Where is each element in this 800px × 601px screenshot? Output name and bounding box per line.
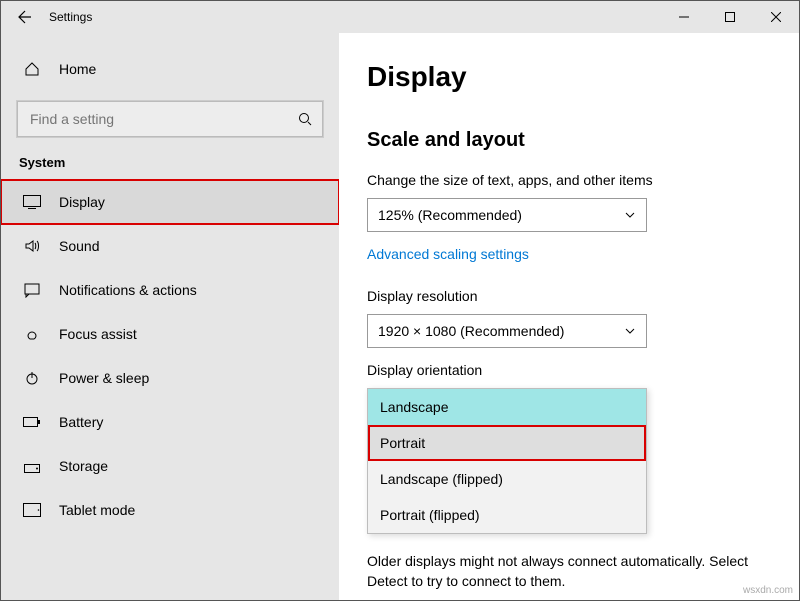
option-label: Portrait (flipped) <box>380 507 480 523</box>
orientation-option-portrait[interactable]: Portrait <box>368 425 646 461</box>
titlebar: Settings <box>1 1 799 33</box>
power-icon <box>23 369 41 387</box>
chevron-down-icon <box>624 209 636 221</box>
arrow-left-icon <box>17 9 33 25</box>
resolution-value: 1920 × 1080 (Recommended) <box>378 323 564 339</box>
minimize-icon <box>679 12 689 22</box>
window-title: Settings <box>49 10 92 24</box>
chevron-down-icon <box>624 325 636 337</box>
home-icon <box>23 61 41 77</box>
sound-icon <box>23 237 41 255</box>
close-icon <box>771 12 781 22</box>
home-nav[interactable]: Home <box>1 51 339 87</box>
nav-label: Sound <box>59 238 99 254</box>
settings-window: Settings Home <box>0 0 800 601</box>
home-label: Home <box>59 61 96 77</box>
body: Home System Display <box>1 33 799 600</box>
back-button[interactable] <box>1 1 49 33</box>
tablet-icon <box>23 501 41 519</box>
nav-label: Tablet mode <box>59 502 135 518</box>
nav-label: Notifications & actions <box>59 282 197 298</box>
search-box[interactable] <box>17 101 323 137</box>
nav-item-notifications[interactable]: Notifications & actions <box>1 268 339 312</box>
option-label: Portrait <box>380 435 425 451</box>
maximize-icon <box>725 12 735 22</box>
notifications-icon <box>23 281 41 299</box>
scale-label: Change the size of text, apps, and other… <box>367 172 799 188</box>
section-heading: Scale and layout <box>367 129 799 152</box>
nav-item-sound[interactable]: Sound <box>1 224 339 268</box>
display-icon <box>23 193 41 211</box>
nav-item-display[interactable]: Display <box>1 180 339 224</box>
nav-label: Battery <box>59 414 103 430</box>
maximize-button[interactable] <box>707 1 753 33</box>
advanced-scaling-link[interactable]: Advanced scaling settings <box>367 246 529 262</box>
watermark: wsxdn.com <box>743 585 793 596</box>
scale-dropdown[interactable]: 125% (Recommended) <box>367 198 647 232</box>
orientation-label: Display orientation <box>367 362 799 378</box>
resolution-dropdown[interactable]: 1920 × 1080 (Recommended) <box>367 314 647 348</box>
orientation-dropdown-open: Landscape Portrait Landscape (flipped) P… <box>367 388 647 534</box>
resolution-label: Display resolution <box>367 288 799 304</box>
sidebar: Home System Display <box>1 33 339 600</box>
nav-label: Focus assist <box>59 326 137 342</box>
storage-icon <box>23 457 41 475</box>
nav-item-tablet-mode[interactable]: Tablet mode <box>1 488 339 532</box>
orientation-option-landscape-flipped[interactable]: Landscape (flipped) <box>368 461 646 497</box>
nav-label: Storage <box>59 458 108 474</box>
search-input[interactable] <box>28 110 298 128</box>
nav-list: Display Sound Notifications & actions <box>1 180 339 532</box>
nav-item-battery[interactable]: Battery <box>1 400 339 444</box>
nav-item-power-sleep[interactable]: Power & sleep <box>1 356 339 400</box>
nav-label: Display <box>59 194 105 210</box>
battery-icon <box>23 413 41 431</box>
detect-note: Older displays might not always connect … <box>367 552 767 591</box>
option-label: Landscape (flipped) <box>380 471 503 487</box>
group-heading: System <box>1 155 339 180</box>
search-icon <box>298 112 312 126</box>
page-title: Display <box>367 61 799 93</box>
window-controls <box>661 1 799 33</box>
nav-item-storage[interactable]: Storage <box>1 444 339 488</box>
nav-item-focus-assist[interactable]: Focus assist <box>1 312 339 356</box>
option-label: Landscape <box>380 399 449 415</box>
orientation-option-landscape[interactable]: Landscape <box>368 389 646 425</box>
nav-label: Power & sleep <box>59 370 149 386</box>
main-content: Display Scale and layout Change the size… <box>339 33 799 600</box>
orientation-option-portrait-flipped[interactable]: Portrait (flipped) <box>368 497 646 533</box>
focus-assist-icon <box>23 325 41 343</box>
minimize-button[interactable] <box>661 1 707 33</box>
scale-value: 125% (Recommended) <box>378 207 522 223</box>
close-button[interactable] <box>753 1 799 33</box>
